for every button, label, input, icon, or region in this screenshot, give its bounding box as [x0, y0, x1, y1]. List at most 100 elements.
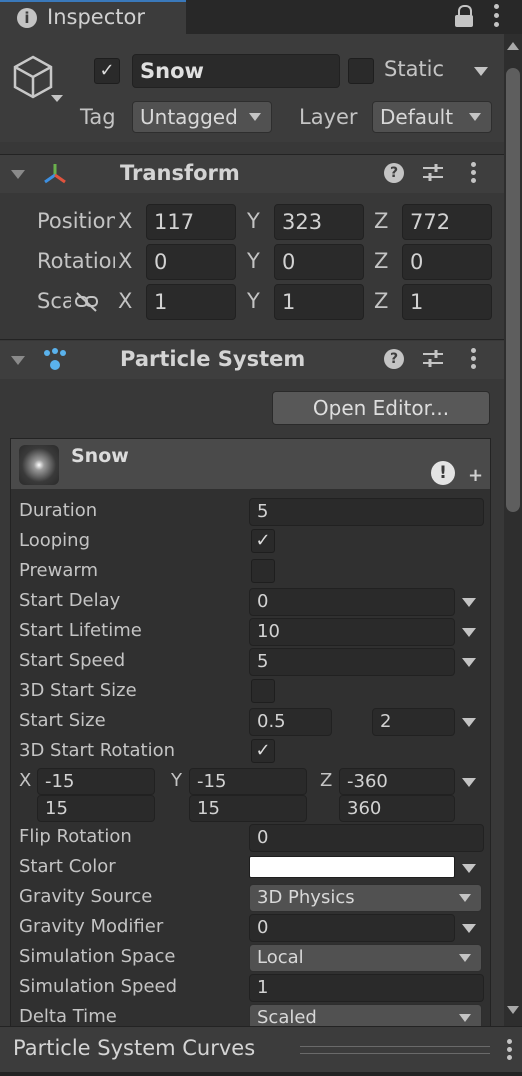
start-delay-field[interactable]: 0	[249, 588, 455, 616]
tab-menu-icon[interactable]	[493, 4, 501, 30]
position-label: Position	[37, 209, 115, 233]
scale-x-field[interactable]: 1	[146, 284, 236, 320]
axis-x-label[interactable]: X	[118, 249, 132, 273]
start-rotation-z-max-field[interactable]: 360	[339, 795, 455, 822]
axis-z-label[interactable]: Z	[374, 289, 388, 313]
position-row: Position X 117 Y 323 Z 772	[0, 204, 504, 240]
transform-header[interactable]: Transform ?	[0, 155, 504, 193]
rotation-y-field[interactable]: 0	[274, 244, 364, 280]
axis-y-label[interactable]: Y	[247, 249, 260, 273]
simulation-space-label: Simulation Space	[19, 946, 176, 967]
scrollbar-thumb[interactable]	[506, 68, 520, 512]
curves-panel[interactable]: Particle System Curves	[0, 1026, 522, 1076]
start-rotation-x-min-field[interactable]: -15	[37, 768, 155, 795]
rotation-axis-y-label[interactable]: Y	[171, 770, 182, 791]
scroll-up-arrow[interactable]	[507, 42, 519, 50]
delta-time-value: Scaled	[257, 1007, 317, 1028]
position-y-field[interactable]: 323	[274, 204, 364, 240]
unlinked-scale-icon[interactable]	[74, 292, 100, 312]
scrollbar[interactable]	[504, 34, 522, 1026]
prewarm-label: Prewarm	[19, 560, 98, 581]
help-icon[interactable]: ?	[384, 349, 404, 369]
axis-y-label[interactable]: Y	[247, 209, 260, 233]
drag-handle[interactable]	[300, 1046, 490, 1054]
start-size-3d-checkbox[interactable]	[251, 679, 275, 703]
prewarm-checkbox[interactable]	[251, 559, 275, 583]
module-title: Snow	[71, 445, 129, 467]
warning-icon[interactable]: !	[431, 461, 455, 485]
start-rotation-z-min-field[interactable]: -360	[339, 768, 455, 795]
chevron-down-icon	[459, 1014, 471, 1022]
open-editor-button[interactable]: Open Editor...	[272, 391, 490, 425]
static-dropdown-arrow[interactable]	[474, 67, 488, 76]
start-speed-field[interactable]: 5	[249, 648, 455, 676]
particle-system-header[interactable]: Particle System ?	[0, 341, 504, 379]
axis-x-label[interactable]: X	[118, 209, 132, 233]
start-lifetime-mode-arrow[interactable]	[462, 628, 476, 637]
start-rotation-mode-arrow[interactable]	[462, 778, 476, 787]
start-size-min-field[interactable]: 0.5	[249, 708, 332, 736]
scale-y-field[interactable]: 1	[274, 284, 364, 320]
component-menu-icon[interactable]	[471, 162, 477, 186]
lock-icon[interactable]	[455, 5, 473, 27]
chevron-down-icon	[459, 954, 471, 962]
flip-rotation-field[interactable]: 0	[249, 824, 484, 852]
module-header[interactable]: Snow ! +	[11, 439, 490, 489]
gravity-source-dropdown[interactable]: 3D Physics	[249, 884, 482, 912]
start-size-max-field[interactable]: 2	[372, 708, 455, 736]
position-z-field[interactable]: 772	[402, 204, 492, 240]
scroll-down-arrow[interactable]	[507, 1006, 519, 1014]
rotation-axis-x-label[interactable]: X	[19, 770, 31, 791]
foldout-arrow[interactable]	[11, 356, 25, 365]
info-icon: i	[17, 8, 37, 28]
add-icon[interactable]: +	[468, 465, 483, 486]
active-checkbox[interactable]: ✓	[94, 58, 120, 84]
start-rotation-y-min-field[interactable]: -15	[189, 768, 307, 795]
position-x-field[interactable]: 117	[146, 204, 236, 240]
simulation-speed-field[interactable]: 1	[249, 974, 484, 1002]
curves-menu-icon[interactable]	[507, 1039, 513, 1063]
start-rotation-y-max-field[interactable]: 15	[189, 795, 307, 822]
tab-title: Inspector	[47, 5, 145, 29]
start-color-swatch[interactable]	[249, 856, 455, 878]
rotation-z-field[interactable]: 0	[402, 244, 492, 280]
axis-y-label[interactable]: Y	[247, 289, 260, 313]
cube-icon[interactable]	[12, 54, 56, 100]
axis-z-label[interactable]: Z	[374, 249, 388, 273]
gravity-source-value: 3D Physics	[257, 887, 355, 908]
icon-dropdown-arrow[interactable]	[51, 95, 63, 102]
chevron-down-icon	[249, 113, 261, 121]
presets-icon[interactable]	[422, 349, 444, 369]
gravity-modifier-field[interactable]: 0	[249, 914, 455, 942]
looping-checkbox[interactable]: ✓	[251, 529, 275, 553]
start-speed-mode-arrow[interactable]	[462, 658, 476, 667]
static-checkbox[interactable]	[348, 58, 374, 84]
help-icon[interactable]: ?	[384, 163, 404, 183]
axis-z-label[interactable]: Z	[374, 209, 388, 233]
duration-field[interactable]: 5	[249, 498, 484, 526]
duration-label: Duration	[19, 500, 98, 521]
axis-x-label[interactable]: X	[118, 289, 132, 313]
rotation-x-field[interactable]: 0	[146, 244, 236, 280]
component-menu-icon[interactable]	[471, 348, 477, 372]
tag-dropdown[interactable]: Untagged	[132, 101, 272, 133]
scale-z-field[interactable]: 1	[402, 284, 492, 320]
layer-dropdown[interactable]: Default	[372, 101, 492, 133]
presets-icon[interactable]	[422, 163, 444, 183]
flip-rotation-label: Flip Rotation	[19, 826, 132, 847]
rotation-label: Rotation	[37, 249, 115, 273]
start-rotation-x-max-field[interactable]: 15	[37, 795, 155, 822]
foldout-arrow[interactable]	[11, 170, 25, 179]
start-rotation-3d-checkbox[interactable]: ✓	[251, 739, 275, 763]
rotation-axis-z-label[interactable]: Z	[320, 770, 332, 791]
start-delay-mode-arrow[interactable]	[462, 598, 476, 607]
start-rotation-3d-label: 3D Start Rotation	[19, 740, 176, 761]
start-color-mode-arrow[interactable]	[462, 864, 476, 873]
scale-row: Scale X 1 Y 1 Z 1	[0, 284, 504, 320]
simulation-space-dropdown[interactable]: Local	[249, 944, 482, 972]
start-lifetime-field[interactable]: 10	[249, 618, 455, 646]
name-field[interactable]: Snow	[132, 54, 340, 88]
inspector-tab[interactable]: i Inspector	[0, 0, 186, 34]
start-size-mode-arrow[interactable]	[462, 718, 476, 727]
gravity-modifier-mode-arrow[interactable]	[462, 924, 476, 933]
